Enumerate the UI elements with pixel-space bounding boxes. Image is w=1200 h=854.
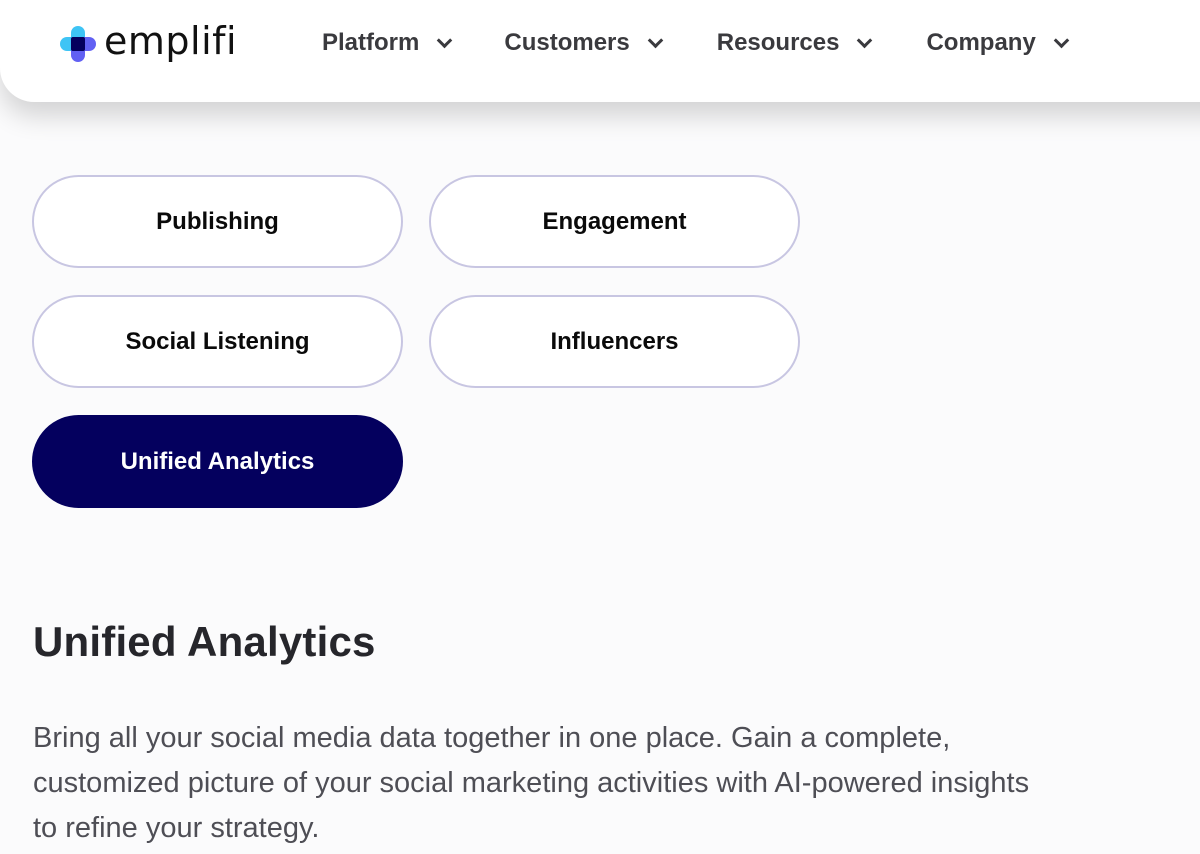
main-nav: Platform Customers Resources Company bbox=[322, 28, 1070, 58]
tab-engagement[interactable]: Engagement bbox=[429, 175, 800, 268]
chevron-down-icon bbox=[857, 32, 873, 48]
nav-item-company[interactable]: Company bbox=[926, 28, 1070, 58]
chevron-down-icon bbox=[437, 32, 453, 48]
nav-item-platform[interactable]: Platform bbox=[322, 28, 453, 58]
section-description: Bring all your social media data togethe… bbox=[33, 722, 1030, 844]
tab-influencers[interactable]: Influencers bbox=[429, 295, 800, 388]
chevron-down-icon bbox=[1053, 32, 1070, 48]
site-header: emplifi Platform Customers Resources Com… bbox=[0, 0, 1200, 102]
nav-label: Customers bbox=[504, 29, 630, 56]
emplifi-logo[interactable]: emplifi bbox=[60, 22, 237, 62]
nav-item-customers[interactable]: Customers bbox=[504, 28, 664, 58]
emplifi-logo-icon bbox=[60, 26, 96, 62]
nav-label: Resources bbox=[716, 29, 840, 56]
nav-label: Company bbox=[926, 29, 1036, 56]
nav-label: Platform bbox=[322, 29, 420, 56]
tab-unified-analytics[interactable]: Unified Analytics bbox=[32, 415, 403, 508]
nav-item-resources[interactable]: Resources bbox=[716, 28, 873, 58]
logo-text: emplifi bbox=[104, 19, 238, 63]
section-title: Unified Analytics bbox=[33, 618, 376, 665]
tab-publishing[interactable]: Publishing bbox=[32, 175, 403, 268]
tab-social-listening[interactable]: Social Listening bbox=[32, 295, 403, 388]
feature-tabs: Publishing Engagement Social Listening I… bbox=[32, 175, 802, 508]
chevron-down-icon bbox=[647, 32, 664, 48]
